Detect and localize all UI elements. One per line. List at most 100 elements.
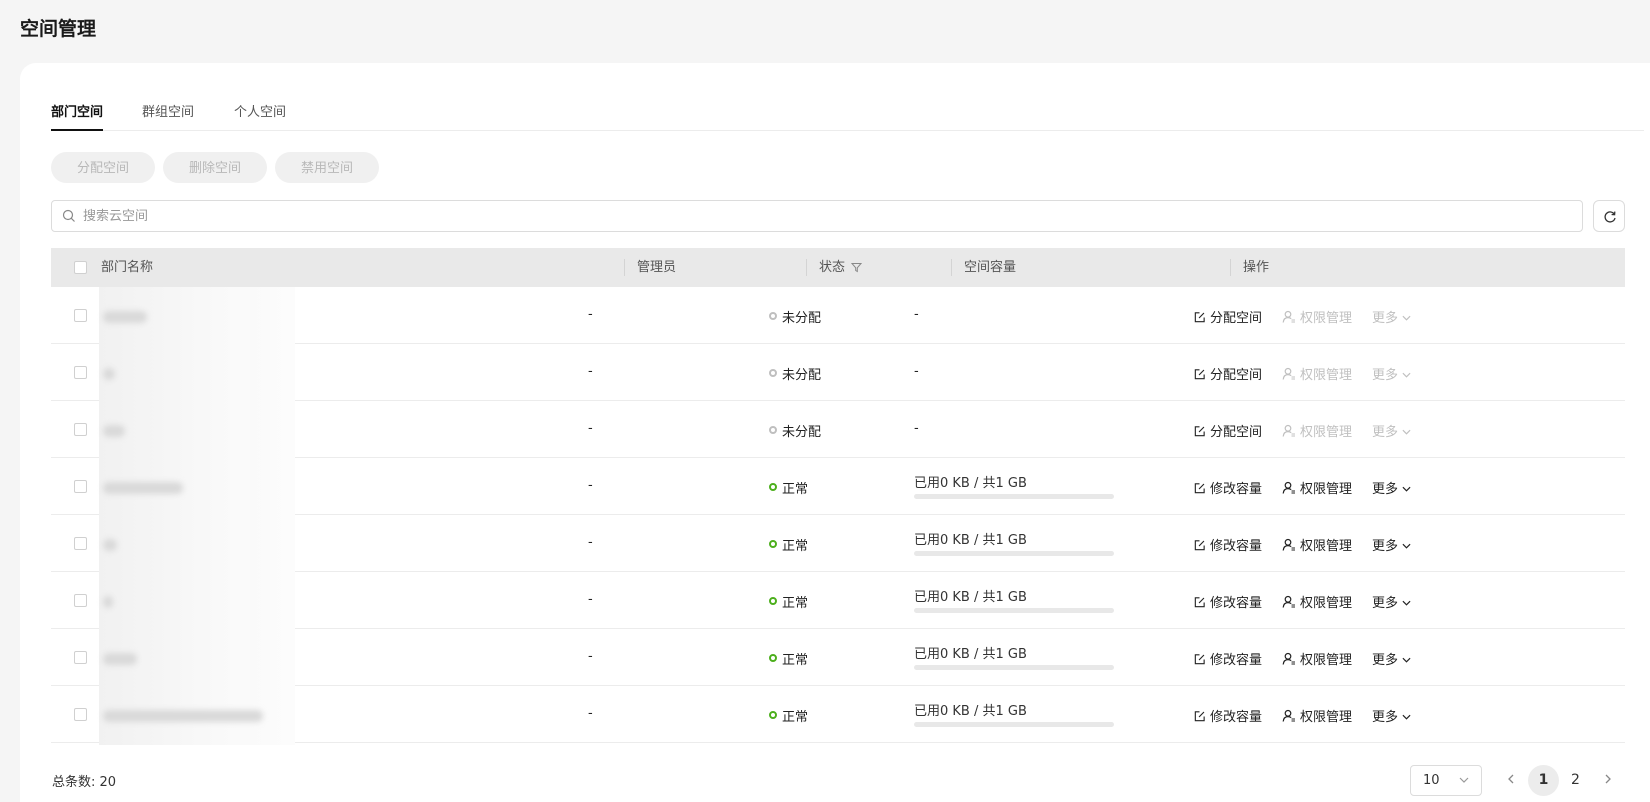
delete-space-button[interactable]: 删除空间 xyxy=(163,152,267,183)
modify-capacity-link[interactable]: 修改容量 xyxy=(1193,478,1262,497)
next-page-button[interactable] xyxy=(1592,765,1623,796)
space-table: 部门名称 管理员 状态 空间容量 操作 - 未分配 - 分配空间 权限管理 更多 - 未分配 -… xyxy=(51,248,1625,748)
header-status: 状态 xyxy=(819,260,846,275)
modify-capacity-link[interactable]: 修改容量 xyxy=(1193,592,1262,611)
content-card: 部门空间 群组空间 个人空间 分配空间 删除空间 禁用空间 部门名称 管理员 状… xyxy=(20,63,1650,802)
row-checkbox[interactable] xyxy=(74,537,87,550)
action-label: 权限管理 xyxy=(1300,710,1353,725)
page-size-select[interactable]: 10 xyxy=(1410,765,1482,796)
row-checkbox[interactable] xyxy=(74,651,87,664)
user-permission-icon xyxy=(1282,595,1295,608)
more-dropdown[interactable]: 更多 xyxy=(1372,649,1415,668)
permission-manage-link[interactable]: 权限管理 xyxy=(1282,364,1352,383)
permission-manage-link[interactable]: 权限管理 xyxy=(1282,592,1352,611)
modify-capacity-link[interactable]: 修改容量 xyxy=(1193,706,1262,725)
tab-department-space[interactable]: 部门空间 xyxy=(51,101,104,131)
row-checkbox[interactable] xyxy=(74,366,87,379)
action-label: 修改容量 xyxy=(1210,596,1263,611)
status-dot xyxy=(769,312,777,320)
permission-manage-link[interactable]: 权限管理 xyxy=(1282,535,1352,554)
admin-cell: - xyxy=(588,592,593,607)
permission-manage-link[interactable]: 权限管理 xyxy=(1282,421,1352,440)
select-all-checkbox[interactable] xyxy=(74,261,87,274)
action-label: 分配空间 xyxy=(1210,368,1263,383)
edit-icon xyxy=(1194,312,1205,323)
refresh-button[interactable] xyxy=(1593,200,1625,232)
status-dot xyxy=(769,711,777,719)
tab-group-space[interactable]: 群组空间 xyxy=(142,101,194,131)
row-checkbox[interactable] xyxy=(74,309,87,322)
user-permission-icon xyxy=(1282,709,1295,722)
status-badge: 正常 xyxy=(782,710,809,725)
department-name-redacted xyxy=(99,629,295,688)
more-dropdown[interactable]: 更多 xyxy=(1372,592,1415,611)
modify-capacity-link[interactable]: 修改容量 xyxy=(1193,649,1262,668)
row-checkbox[interactable] xyxy=(74,480,87,493)
status-dot xyxy=(769,597,777,605)
permission-manage-link[interactable]: 权限管理 xyxy=(1282,649,1352,668)
assign-space-link[interactable]: 分配空间 xyxy=(1193,307,1262,326)
chevron-down-icon xyxy=(1402,429,1411,435)
admin-cell: - xyxy=(588,706,593,721)
action-label: 修改容量 xyxy=(1210,653,1263,668)
chevron-down-icon xyxy=(1402,600,1411,606)
capacity-text: - xyxy=(914,364,919,379)
user-permission-icon xyxy=(1282,652,1295,665)
table-row: - 正常 已用0 KB / 共1 GB 修改容量 权限管理 更多 xyxy=(51,572,1625,631)
permission-manage-link[interactable]: 权限管理 xyxy=(1282,478,1352,497)
department-name-redacted xyxy=(99,458,295,517)
row-checkbox[interactable] xyxy=(74,708,87,721)
page-2-button[interactable]: 2 xyxy=(1560,765,1591,796)
more-dropdown[interactable]: 更多 xyxy=(1372,706,1415,725)
total-value: 20 xyxy=(99,775,117,790)
status-badge: 正常 xyxy=(782,596,809,611)
capacity-text: - xyxy=(914,421,919,436)
space-tabs: 部门空间 群组空间 个人空间 xyxy=(51,101,1644,131)
more-dropdown[interactable]: 更多 xyxy=(1372,535,1415,554)
action-label: 权限管理 xyxy=(1300,368,1353,383)
chevron-left-icon xyxy=(1507,774,1513,784)
edit-icon xyxy=(1194,711,1205,722)
assign-space-button[interactable]: 分配空间 xyxy=(51,152,155,183)
edit-icon xyxy=(1194,426,1205,437)
action-label: 分配空间 xyxy=(1210,425,1263,440)
tab-personal-space[interactable]: 个人空间 xyxy=(234,101,286,131)
action-label: 权限管理 xyxy=(1300,596,1353,611)
modify-capacity-link[interactable]: 修改容量 xyxy=(1193,535,1262,554)
row-checkbox[interactable] xyxy=(74,594,87,607)
assign-space-link[interactable]: 分配空间 xyxy=(1193,421,1262,440)
admin-cell: - xyxy=(588,478,593,493)
header-admin: 管理员 xyxy=(637,260,677,275)
search-input[interactable] xyxy=(83,201,1573,231)
total-label: 总条数: xyxy=(52,775,96,790)
total-count: 总条数: 20 xyxy=(52,771,116,790)
department-name-redacted xyxy=(99,515,295,574)
disable-space-button[interactable]: 禁用空间 xyxy=(275,152,379,183)
more-label: 更多 xyxy=(1372,311,1399,326)
capacity-text: 已用0 KB / 共1 GB xyxy=(914,704,1027,719)
user-permission-icon xyxy=(1282,538,1295,551)
page-size-value: 10 xyxy=(1423,773,1440,788)
assign-space-link[interactable]: 分配空间 xyxy=(1193,364,1262,383)
more-dropdown[interactable]: 更多 xyxy=(1372,478,1415,497)
chevron-down-icon xyxy=(1402,543,1411,549)
permission-manage-link[interactable]: 权限管理 xyxy=(1282,307,1352,326)
table-row: - 正常 已用0 KB / 共1 GB 修改容量 权限管理 更多 xyxy=(51,458,1625,517)
more-dropdown[interactable]: 更多 xyxy=(1372,421,1415,440)
search-icon xyxy=(62,209,75,222)
prev-page-button[interactable] xyxy=(1495,765,1526,796)
row-checkbox[interactable] xyxy=(74,423,87,436)
table-row: - 未分配 - 分配空间 权限管理 更多 xyxy=(51,401,1625,460)
filter-icon[interactable] xyxy=(851,262,862,273)
permission-manage-link[interactable]: 权限管理 xyxy=(1282,706,1352,725)
capacity-bar xyxy=(914,722,1114,727)
capacity-text: 已用0 KB / 共1 GB xyxy=(914,533,1027,548)
action-label: 权限管理 xyxy=(1300,425,1353,440)
action-label: 权限管理 xyxy=(1300,482,1353,497)
header-capacity: 空间容量 xyxy=(964,260,1017,275)
page-1-button[interactable]: 1 xyxy=(1528,765,1559,796)
table-row: - 正常 已用0 KB / 共1 GB 修改容量 权限管理 更多 xyxy=(51,686,1625,745)
status-badge: 未分配 xyxy=(782,368,822,383)
more-dropdown[interactable]: 更多 xyxy=(1372,364,1415,383)
more-dropdown[interactable]: 更多 xyxy=(1372,307,1415,326)
